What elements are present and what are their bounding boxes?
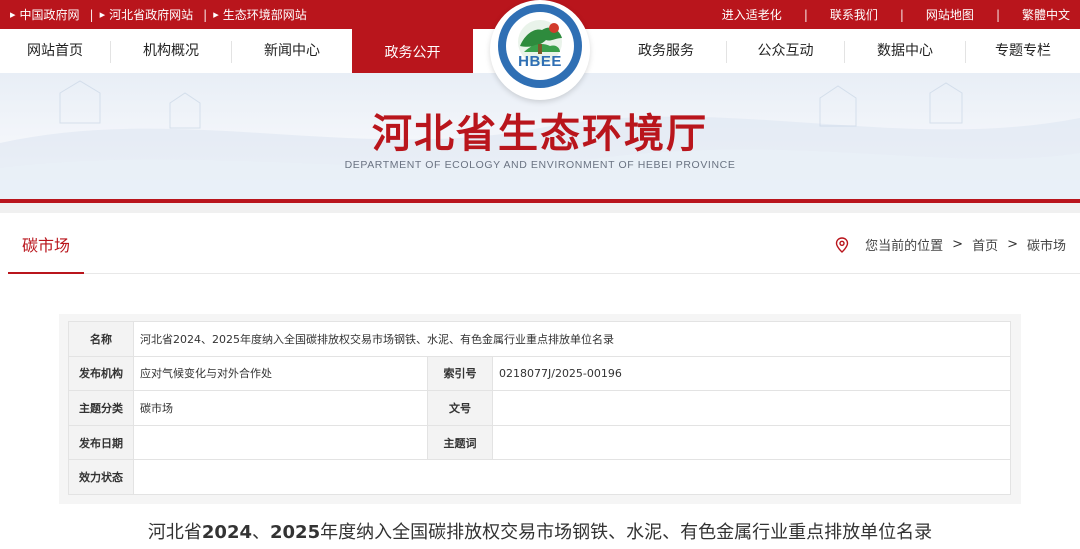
separator: | <box>899 7 904 22</box>
breadcrumb-prefix: 您当前的位置 <box>865 239 944 254</box>
meta-label-topic: 主题分类 <box>68 390 134 426</box>
nav-item-news[interactable]: 新闻中心 <box>232 29 352 73</box>
nav-item-data-center[interactable]: 数据中心 <box>845 29 965 73</box>
top-link-hebei-gov[interactable]: ▸ 河北省政府网站 | <box>100 6 214 23</box>
article-title: 河北省2024、2025年度纳入全国碳排放权交易市场钢铁、水泥、有色金属行业重点… <box>147 522 933 543</box>
meta-value-topic: 碳市场 <box>133 390 428 426</box>
meta-label-keyword: 主题词 <box>427 424 493 461</box>
meta-value-status <box>132 459 1012 495</box>
site-title: 河北省生态环境厅 <box>372 110 708 157</box>
separator: | <box>803 7 808 22</box>
meta-value-org: 应对气候变化与对外合作处 <box>133 355 428 392</box>
table-row: 主题分类 碳市场 文号 <box>68 390 1012 426</box>
meta-label-date: 发布日期 <box>68 424 134 461</box>
triangle-right-icon: ▸ <box>10 8 16 21</box>
top-left-links: ▸ 中国政府网 | ▸ 河北省政府网站 | ▸ 生态环境部网站 <box>0 0 307 29</box>
breadcrumb: 您当前的位置 > 首页 > 碳市场 <box>835 235 1066 254</box>
site-subtitle: DEPARTMENT OF ECOLOGY AND ENVIRONMENT OF… <box>344 159 736 171</box>
table-row: 名称 河北省2024、2025年度纳入全国碳排放权交易市场钢铁、水泥、有色金属行… <box>68 321 1012 357</box>
section-title: 碳市场 <box>22 236 71 255</box>
top-right-links: 进入适老化 | 联系我们 | 网站地图 | 繁體中文 <box>722 0 1070 29</box>
meta-value-index: 0218077J/2025-00196 <box>491 355 1012 392</box>
triangle-right-icon: ▸ <box>99 8 106 21</box>
breadcrumb-current[interactable]: 碳市场 <box>1027 235 1066 254</box>
meta-value-name: 河北省2024、2025年度纳入全国碳排放权交易市场钢铁、水泥、有色金属行业重点… <box>132 321 1012 357</box>
meta-value-keyword <box>491 424 1012 461</box>
meta-value-doc-number <box>491 390 1012 426</box>
separator: | <box>995 7 1000 22</box>
table-row: 发布机构 应对气候变化与对外合作处 索引号 0218077J/2025-0019… <box>68 355 1012 392</box>
breadcrumb-separator: > <box>952 237 964 252</box>
top-link-gov-cn[interactable]: ▸ 中国政府网 | <box>0 6 100 23</box>
top-link-mee[interactable]: ▸ 生态环境部网站 <box>213 6 307 23</box>
triangle-right-icon: ▸ <box>213 8 219 21</box>
meta-label-org: 发布机构 <box>68 355 134 392</box>
breadcrumb-separator: > <box>1007 237 1018 252</box>
separator: | <box>203 7 208 22</box>
location-pin-icon <box>835 236 849 253</box>
site-logo[interactable]: HBEE <box>490 0 590 100</box>
nav-item-government-affairs[interactable]: 政务公开 <box>352 29 473 73</box>
meta-label-index: 索引号 <box>427 355 493 392</box>
logo-text: HBEE <box>518 53 562 70</box>
top-link-traditional-chinese[interactable]: 繁體中文 <box>1022 6 1070 23</box>
breadcrumb-home[interactable]: 首页 <box>972 235 998 254</box>
nav-item-public-interaction[interactable]: 公众互动 <box>727 29 844 73</box>
top-link-sitemap[interactable]: 网站地图 <box>926 6 974 23</box>
nav-item-organization[interactable]: 机构概况 <box>111 29 231 73</box>
nav-item-gov-services[interactable]: 政务服务 <box>606 29 726 73</box>
table-row: 效力状态 <box>68 459 1012 495</box>
nav-item-special-topics[interactable]: 专题专栏 <box>966 29 1080 73</box>
nav-item-home[interactable]: 网站首页 <box>0 29 110 73</box>
banner-grey-band <box>0 203 1080 213</box>
meta-label-doc-number: 文号 <box>427 390 493 426</box>
meta-value-date <box>133 424 428 461</box>
section-divider <box>84 273 1080 274</box>
metadata-table: 名称 河北省2024、2025年度纳入全国碳排放权交易市场钢铁、水泥、有色金属行… <box>68 321 1012 495</box>
section-title-underline <box>8 272 84 274</box>
top-link-elderly-mode[interactable]: 进入适老化 <box>722 6 782 23</box>
meta-label-status: 效力状态 <box>68 459 134 495</box>
separator: | <box>89 7 94 22</box>
top-link-contact[interactable]: 联系我们 <box>830 6 878 23</box>
meta-label-name: 名称 <box>68 321 134 357</box>
table-row: 发布日期 主题词 <box>68 424 1012 461</box>
